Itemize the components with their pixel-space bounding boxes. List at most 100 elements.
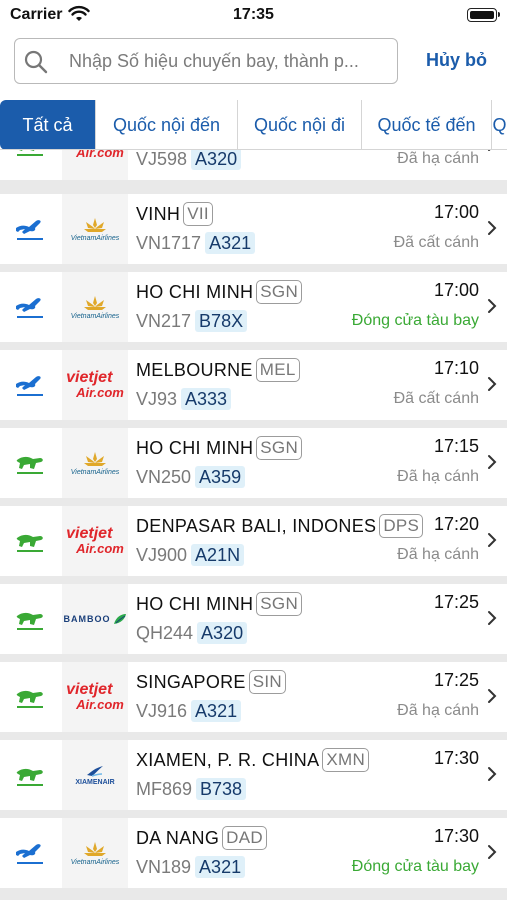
tab-domestic-departures[interactable]: Quốc nội đi (238, 100, 362, 149)
flight-row[interactable]: BAMBOO HO CHI MINH SGN QH244 A320 17:25 (0, 584, 507, 654)
filter-tabs: Tất cả Quốc nội đến Quốc nội đi Quốc tế … (0, 100, 507, 150)
flight-row[interactable]: VietnamAirlines HO CHI MINH SGN VN217 B78X 17… (0, 272, 507, 342)
search-input[interactable] (69, 45, 391, 77)
flight-row[interactable]: vietjet Air.com MELBOURNE MEL VJ93 A333 17:10 Đ… (0, 350, 507, 420)
tab-more[interactable]: Q (492, 100, 507, 149)
chevron-right-icon (487, 766, 497, 782)
airline-logo: VietnamAirlines (62, 428, 128, 498)
scheduled-time: 17:20 (433, 514, 479, 534)
xiamenair-logo: XIAMENAIR (75, 765, 115, 786)
flight-status: Đóng cửa tàu bay (351, 312, 479, 329)
flight-row[interactable]: vietjet Air.com DENPASAR BALI, INDONES DPS V… (0, 506, 507, 576)
plane-arrival-icon (14, 528, 46, 554)
vietjet-logo: vietjetAir.com (76, 150, 124, 160)
airport-code: XMN (322, 748, 370, 772)
airline-logo: vietjetAir.com (62, 506, 128, 576)
flight-status: Đã cất cánh (393, 234, 479, 251)
aircraft-type: A320 (191, 150, 242, 170)
flight-number: VJ916 A321 (136, 700, 242, 722)
scheduled-time: 17:30 (433, 826, 479, 846)
chevron-right-icon (487, 220, 497, 236)
chevron-right-icon (487, 532, 497, 548)
flight-number: VJ900 A21N (136, 544, 245, 566)
plane-departure-icon (14, 294, 46, 320)
airport-code: SGN (256, 592, 303, 616)
tab-all[interactable]: Tất cả (0, 100, 96, 149)
flight-number: VN1717 A321 (136, 232, 256, 254)
chevron-right-icon (487, 376, 497, 392)
scheduled-time: 17:10 (433, 358, 479, 378)
flight-number: VJ598 A320 (136, 150, 242, 170)
airport-code: DAD (222, 826, 267, 850)
flight-status: Đã hạ cánh (397, 546, 479, 563)
destination-city: XIAMEN, P. R. CHINA XMN (136, 748, 370, 772)
vietjet-logo: vietjetAir.com (66, 369, 124, 401)
destination-city: MELBOURNE MEL (136, 358, 300, 382)
plane-arrival-icon (14, 684, 46, 710)
flight-row[interactable]: VietnamAirlines HO CHI MINH SGN VN250 A359 17… (0, 428, 507, 498)
flight-row[interactable]: VietnamAirlines DA NANG DAD VN189 A321 17:30 Đ… (0, 818, 507, 888)
airport-code: MEL (255, 358, 300, 382)
plane-departure-icon (14, 216, 46, 242)
flight-number: VJ93 A333 (136, 388, 232, 410)
aircraft-type: A321 (195, 856, 246, 878)
scheduled-time: 17:25 (433, 670, 479, 690)
vietnamairlines-logo: VietnamAirlines (71, 450, 119, 476)
flight-row[interactable]: vietjet Air.com SINGAPORE SIN VJ916 A321 17:25… (0, 662, 507, 732)
aircraft-type: A320 (197, 622, 248, 644)
chevron-right-icon (487, 688, 497, 704)
airline-logo: VietnamAirlines (62, 194, 128, 264)
aircraft-type: B78X (195, 310, 248, 332)
search-box[interactable] (14, 38, 398, 84)
vietjet-logo: vietjetAir.com (66, 525, 124, 557)
scheduled-time: 17:00 (433, 202, 479, 222)
destination-city: HO CHI MINH SGN (136, 280, 303, 304)
airport-code: VII (183, 202, 213, 226)
vietjet-logo: vietjetAir.com (66, 681, 124, 713)
tab-domestic-arrivals[interactable]: Quốc nội đến (96, 100, 238, 149)
status-time: 17:35 (233, 6, 274, 23)
flight-status: Đóng cửa tàu bay (351, 858, 479, 875)
airline-logo: vietjetAir.com (62, 150, 128, 180)
flight-number: VN250 A359 (136, 466, 246, 488)
airline-logo: vietjetAir.com (62, 350, 128, 420)
plane-arrival-icon (14, 606, 46, 632)
vietnamairlines-logo: VietnamAirlines (71, 216, 119, 242)
chevron-right-icon (487, 610, 497, 626)
vietnamairlines-logo: VietnamAirlines (71, 294, 119, 320)
airport-code: SIN (248, 670, 286, 694)
flight-row[interactable]: vietjetAir.com VJ598A320 Đã hạ cánh (0, 150, 507, 180)
aircraft-type: A359 (195, 466, 246, 488)
flight-status: Đã cất cánh (393, 390, 479, 407)
cancel-button[interactable]: Hủy bỏ (426, 50, 487, 71)
airline-logo: vietjetAir.com (62, 662, 128, 732)
flight-list[interactable]: vietjetAir.com VJ598A320 Đã hạ cánh Vietnam… (0, 150, 507, 900)
airline-logo: BAMBOO (62, 584, 128, 654)
search-icon (24, 50, 48, 74)
flight-row[interactable]: XIAMENAIR XIAMEN, P. R. CHINA XMN MF869 B738… (0, 740, 507, 810)
plane-arrival-icon (14, 450, 46, 476)
search-row: Hủy bỏ (0, 36, 507, 88)
vietnamairlines-logo: VietnamAirlines (71, 840, 119, 866)
chevron-right-icon (487, 454, 497, 470)
aircraft-type: A321 (205, 232, 256, 254)
plane-arrival-icon (14, 150, 46, 158)
flight-row[interactable]: VietnamAirlines VINH VII VN1717 A321 17:00 Đã … (0, 194, 507, 264)
chevron-right-icon (487, 298, 497, 314)
flight-number: VN189 A321 (136, 856, 246, 878)
destination-city: HO CHI MINH SGN (136, 436, 303, 460)
flight-number: MF869 B738 (136, 778, 247, 800)
plane-departure-icon (14, 840, 46, 866)
airline-logo: XIAMENAIR (62, 740, 128, 810)
bamboo-logo: BAMBOO (64, 613, 127, 625)
aircraft-type: A321 (191, 700, 242, 722)
airport-code: DPS (379, 514, 424, 538)
flight-number: VN217 B78X (136, 310, 248, 332)
scheduled-time: 17:25 (433, 592, 479, 612)
flight-status: Đã hạ cánh (397, 468, 479, 485)
aircraft-type: A333 (181, 388, 232, 410)
tab-international-arrivals[interactable]: Quốc tế đến (362, 100, 492, 149)
destination-city: VINH VII (136, 202, 213, 226)
scheduled-time: 17:30 (433, 748, 479, 768)
flight-number: QH244 A320 (136, 622, 248, 644)
